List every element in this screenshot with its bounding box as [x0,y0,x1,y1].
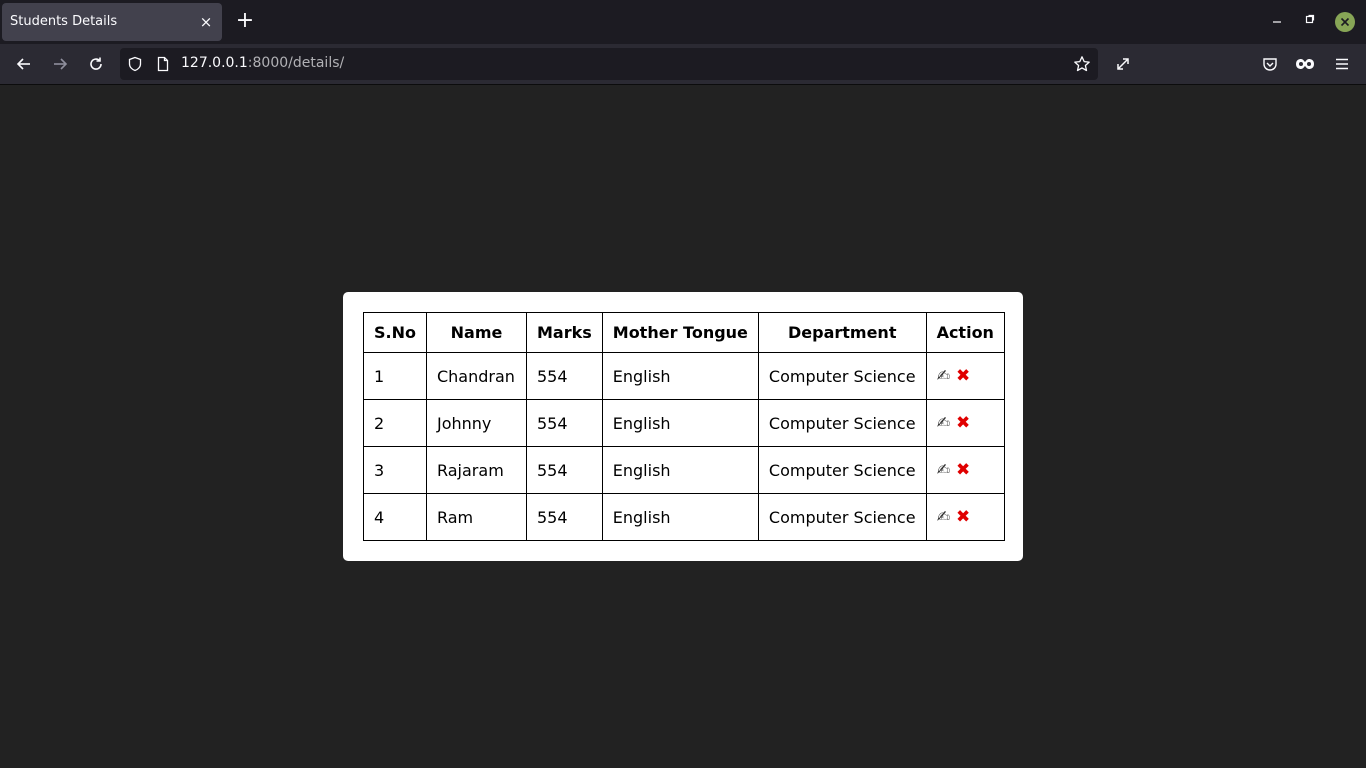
cell-sno: 1 [363,352,427,400]
cell-marks: 554 [525,399,603,447]
url-text: 127.0.0.1:8000/details/ [181,55,344,71]
table-row: 2 Johnny 554 English Computer Science ✍ ✖ [363,399,1005,447]
url-path: :8000/details/ [247,55,345,71]
window-close-icon[interactable] [1335,12,1355,32]
cell-marks: 554 [525,493,603,541]
students-card: S.No Name Marks Mother Tongue Department… [343,292,1023,561]
header-department: Department [757,312,927,353]
header-mother-tongue: Mother Tongue [601,312,759,353]
cell-department: Computer Science [757,399,927,447]
cell-mother-tongue: English [601,352,759,400]
cell-marks: 554 [525,446,603,494]
header-action: Action [925,312,1005,353]
reload-icon[interactable] [84,52,108,76]
url-bar[interactable]: 127.0.0.1:8000/details/ [120,48,1098,80]
tab-students-details[interactable]: Students Details × [2,3,222,41]
header-name: Name [425,312,527,353]
cell-sno: 2 [363,399,427,447]
cell-action: ✍ ✖ [925,446,1005,494]
hamburger-menu-icon[interactable] [1330,52,1354,76]
tab-close-icon[interactable]: × [196,12,216,32]
tab-bar: Students Details × + [0,0,1366,44]
cell-name: Rajaram [425,446,527,494]
delete-icon[interactable]: ✖ [956,507,970,527]
star-icon[interactable] [1072,54,1092,74]
cell-name: Chandran [425,352,527,400]
cell-mother-tongue: English [601,446,759,494]
header-marks: Marks [525,312,603,353]
delete-icon[interactable]: ✖ [956,460,970,480]
page-icon[interactable] [154,55,172,73]
edit-icon[interactable]: ✍ [937,460,950,479]
forward-arrow-icon[interactable] [48,52,72,76]
minimize-icon[interactable] [1267,12,1287,32]
cell-sno: 3 [363,446,427,494]
fullscreen-expand-icon[interactable] [1111,52,1135,76]
cell-marks: 554 [525,352,603,400]
new-tab-button[interactable]: + [234,10,256,33]
url-host: 127.0.0.1 [181,55,248,71]
delete-icon[interactable]: ✖ [956,366,970,386]
edit-icon[interactable]: ✍ [937,507,950,526]
cell-name: Ram [425,493,527,541]
delete-icon[interactable]: ✖ [956,413,970,433]
cell-department: Computer Science [757,446,927,494]
table-row: 4 Ram 554 English Computer Science ✍ ✖ [363,493,1005,541]
cell-name: Johnny [425,399,527,447]
cell-action: ✍ ✖ [925,399,1005,447]
cell-sno: 4 [363,493,427,541]
navigation-toolbar: 127.0.0.1:8000/details/ [0,44,1366,85]
shield-icon[interactable] [126,55,144,73]
pocket-icon[interactable] [1258,52,1282,76]
restore-icon[interactable] [1300,12,1320,32]
edit-icon[interactable]: ✍ [937,413,950,432]
table-header-row: S.No Name Marks Mother Tongue Department… [363,312,1005,353]
cell-action: ✍ ✖ [925,493,1005,541]
cell-action: ✍ ✖ [925,352,1005,400]
cell-department: Computer Science [757,493,927,541]
table-row: 1 Chandran 554 English Computer Science … [363,352,1005,400]
tab-title: Students Details [10,14,118,29]
table-row: 3 Rajaram 554 English Computer Science ✍… [363,446,1005,494]
extension-mask-icon[interactable] [1293,52,1317,76]
students-table: S.No Name Marks Mother Tongue Department… [363,312,1005,541]
header-sno: S.No [363,312,427,353]
edit-icon[interactable]: ✍ [937,366,950,385]
cell-mother-tongue: English [601,399,759,447]
back-arrow-icon[interactable] [12,52,36,76]
cell-department: Computer Science [757,352,927,400]
cell-mother-tongue: English [601,493,759,541]
